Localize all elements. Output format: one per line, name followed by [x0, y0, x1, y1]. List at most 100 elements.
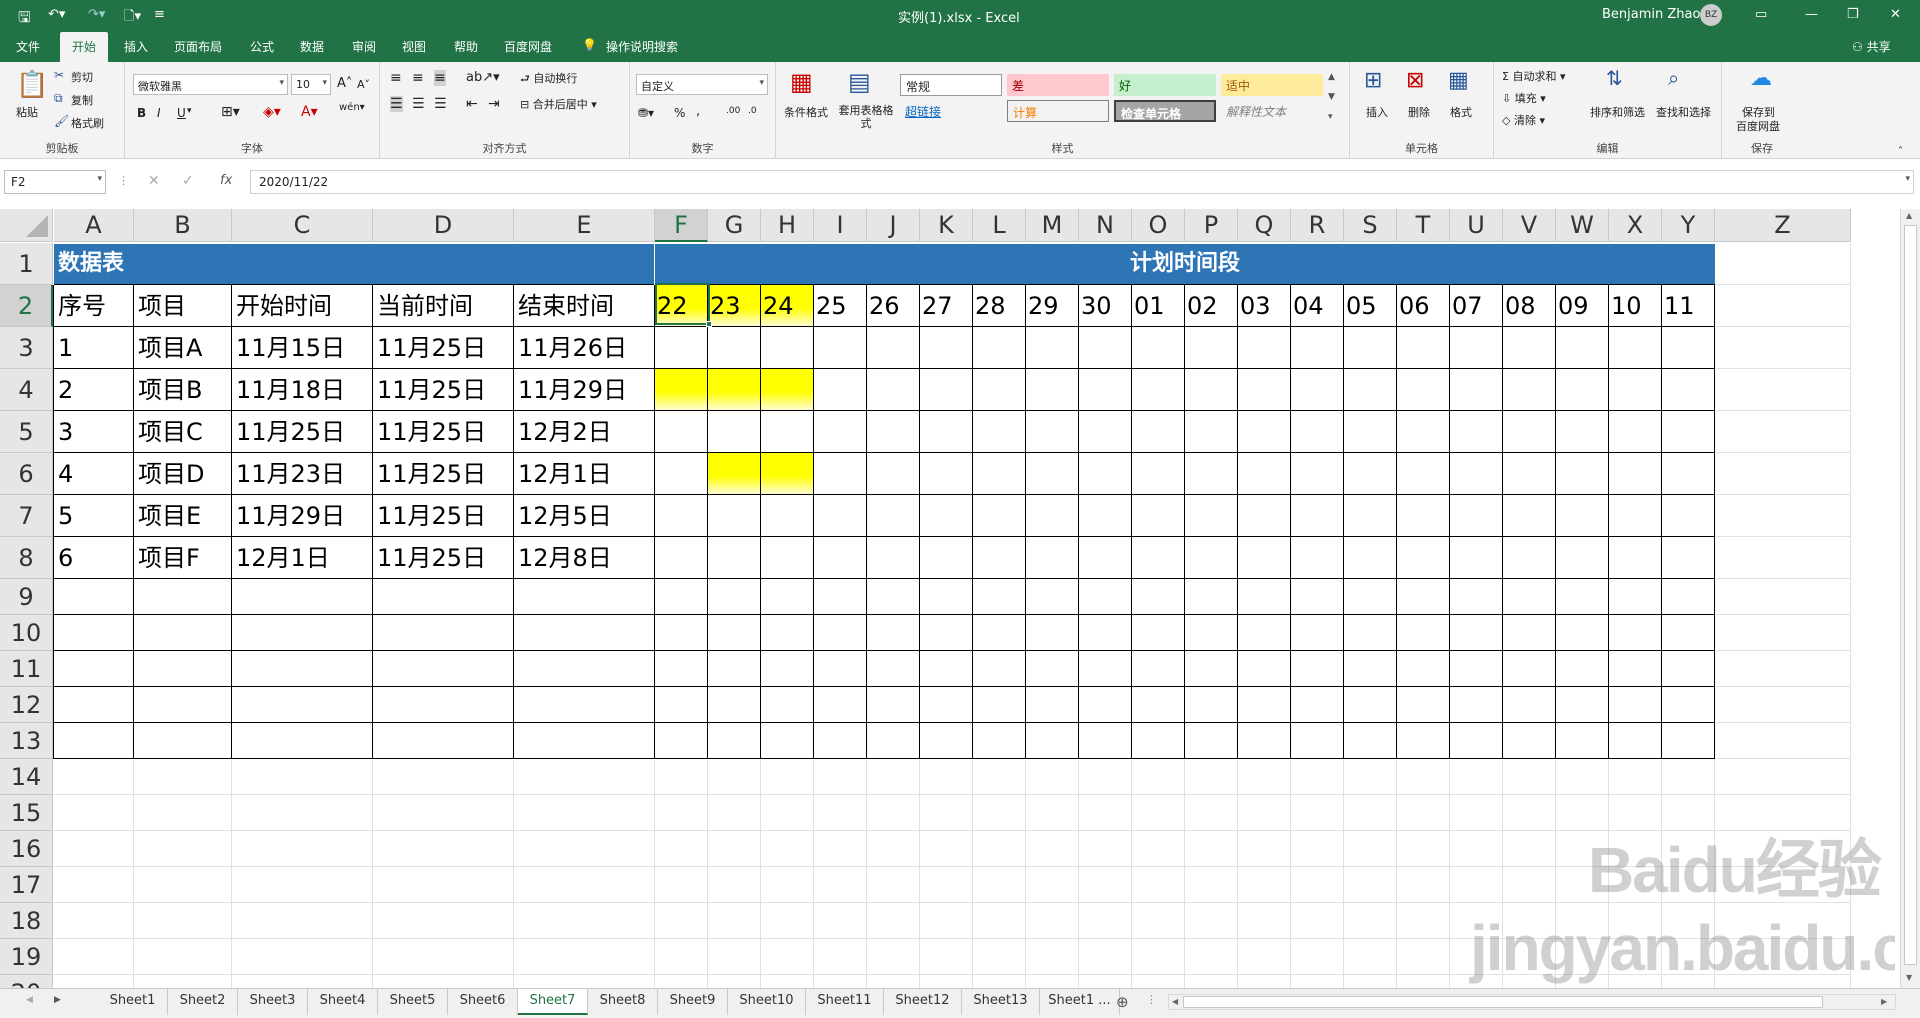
row-header-17[interactable]: 17: [0, 867, 53, 903]
day-header-cell[interactable]: 01: [1132, 285, 1185, 327]
styles-scroll-down-icon[interactable]: ▼: [1328, 92, 1335, 102]
row-header-16[interactable]: 16: [0, 831, 53, 867]
sheet-tab-11[interactable]: Sheet11: [806, 989, 884, 1015]
paste-button[interactable]: 粘贴: [16, 104, 38, 120]
header-cell[interactable]: 当前时间: [373, 285, 514, 327]
sheet-tab-5[interactable]: Sheet5: [378, 989, 448, 1015]
day-header-cell[interactable]: 25: [814, 285, 867, 327]
day-header-cell[interactable]: 09: [1556, 285, 1609, 327]
data-cell[interactable]: 11月29日: [232, 495, 373, 537]
vertical-scrollbar[interactable]: ▲ ▼: [1900, 209, 1920, 988]
find-select-icon[interactable]: ⌕: [1668, 68, 1679, 88]
style-neutral[interactable]: 适中: [1221, 74, 1323, 96]
align-right-icon[interactable]: ☰: [434, 96, 447, 112]
insert-function-button[interactable]: fx: [220, 173, 232, 188]
data-cell[interactable]: 11月25日: [373, 369, 514, 411]
data-cell[interactable]: 11月26日: [514, 327, 655, 369]
paste-icon[interactable]: 📋: [16, 72, 48, 98]
data-cell[interactable]: 11月25日: [373, 537, 514, 579]
day-header-cell[interactable]: 27: [920, 285, 973, 327]
day-header-cell[interactable]: 05: [1344, 285, 1397, 327]
scroll-up-icon[interactable]: ▲: [1906, 211, 1912, 220]
sheet-tab-10[interactable]: Sheet10: [728, 989, 806, 1015]
scroll-right-icon[interactable]: ▶: [1881, 997, 1887, 1006]
column-header-g[interactable]: G: [708, 209, 761, 242]
new-doc-icon[interactable]: 🗋▾: [124, 7, 141, 29]
formula-input[interactable]: 2020/11/22 ▾: [250, 170, 1914, 194]
chevron-down-icon[interactable]: ▾: [187, 106, 192, 116]
row-header-12[interactable]: 12: [0, 687, 53, 723]
merge-center-button[interactable]: ⊟ 合并后居中 ▾: [520, 96, 597, 112]
underline-button[interactable]: U: [177, 106, 186, 120]
tab-baidu[interactable]: 百度网盘: [504, 38, 552, 55]
enter-icon[interactable]: ✓: [182, 173, 194, 189]
style-hyperlink[interactable]: 超链接: [900, 100, 1002, 122]
shrink-font-icon[interactable]: A˅: [357, 78, 370, 91]
row-header-9[interactable]: 9: [0, 579, 53, 615]
format-cells-icon[interactable]: ▦: [1448, 70, 1469, 92]
copy-icon[interactable]: ⧉: [54, 92, 63, 104]
collapse-ribbon-icon[interactable]: ˄: [1898, 146, 1903, 157]
accounting-icon[interactable]: ⛃▾: [638, 106, 654, 120]
data-cell[interactable]: 2: [54, 369, 134, 411]
row-header-11[interactable]: 11: [0, 651, 53, 687]
phonetic-icon[interactable]: wén▾: [339, 102, 365, 113]
data-cell[interactable]: 3: [54, 411, 134, 453]
day-header-cell[interactable]: 06: [1397, 285, 1450, 327]
format-table-button[interactable]: 套用表格格式: [836, 104, 896, 130]
day-header-cell[interactable]: 26: [867, 285, 920, 327]
bold-button[interactable]: B: [137, 106, 146, 120]
day-header-cell[interactable]: 04: [1291, 285, 1344, 327]
row-header-19[interactable]: 19: [0, 939, 53, 975]
column-header-t[interactable]: T: [1397, 209, 1450, 242]
align-top-icon[interactable]: ≡: [390, 70, 402, 86]
column-header-d[interactable]: D: [373, 209, 514, 242]
font-size-select[interactable]: 10 ▾: [291, 74, 331, 95]
delete-cells-icon[interactable]: ⊠: [1406, 70, 1424, 92]
column-header-o[interactable]: O: [1132, 209, 1185, 242]
restore-icon[interactable]: ❐: [1847, 7, 1859, 22]
grow-font-icon[interactable]: A˄: [337, 76, 352, 91]
style-normal[interactable]: 常规: [900, 74, 1002, 96]
scroll-left-icon[interactable]: ◀: [1172, 997, 1178, 1006]
data-cell[interactable]: 11月25日: [373, 411, 514, 453]
data-cell[interactable]: 11月25日: [373, 453, 514, 495]
header-cell[interactable]: 序号: [54, 285, 134, 327]
style-check-cell[interactable]: 检查单元格: [1114, 100, 1216, 122]
cut-button[interactable]: 剪切: [71, 69, 93, 85]
data-cell[interactable]: 11月18日: [232, 369, 373, 411]
data-cell[interactable]: 11月25日: [373, 495, 514, 537]
column-header-v[interactable]: V: [1503, 209, 1556, 242]
header-cell[interactable]: 开始时间: [232, 285, 373, 327]
align-bottom-icon[interactable]: ≡: [434, 70, 446, 86]
user-name[interactable]: Benjamin Zhao: [1602, 7, 1700, 22]
column-header-l[interactable]: L: [973, 209, 1026, 242]
column-header-u[interactable]: U: [1450, 209, 1503, 242]
orientation-icon[interactable]: ab↗▾: [466, 70, 500, 85]
increase-indent-icon[interactable]: ⇥: [488, 96, 500, 112]
cut-icon[interactable]: ✂: [54, 69, 64, 81]
fill-color-icon[interactable]: ◈▾: [263, 104, 281, 120]
row-header-5[interactable]: 5: [0, 411, 53, 453]
day-header-cell[interactable]: 11: [1662, 285, 1715, 327]
increase-decimal-icon[interactable]: .00: [726, 106, 740, 116]
clear-button[interactable]: ◇ 清除 ▾: [1502, 112, 1545, 128]
save-icon[interactable]: 🖫: [18, 7, 31, 32]
tab-review[interactable]: 审阅: [352, 38, 376, 55]
tab-data[interactable]: 数据: [300, 38, 324, 55]
row-header-1[interactable]: 1: [0, 243, 53, 285]
baidu-pan-button[interactable]: 百度网盘: [1736, 118, 1780, 134]
delete-cells-button[interactable]: 删除: [1408, 104, 1430, 120]
share-button[interactable]: ⚇ 共享: [1852, 38, 1891, 55]
column-header-y[interactable]: Y: [1662, 209, 1715, 242]
row-header-2[interactable]: 2: [0, 285, 53, 327]
row-header-7[interactable]: 7: [0, 495, 53, 537]
avatar[interactable]: BZ: [1700, 4, 1722, 26]
baidu-cloud-icon[interactable]: ☁: [1750, 68, 1772, 90]
autosum-button[interactable]: Σ 自动求和 ▾: [1502, 68, 1565, 84]
format-table-icon[interactable]: ▤: [848, 70, 871, 94]
scroll-down-icon[interactable]: ▼: [1906, 973, 1912, 982]
scroll-thumb[interactable]: [1904, 225, 1917, 965]
format-painter-icon[interactable]: 🖌: [54, 115, 69, 127]
style-bad[interactable]: 差: [1007, 74, 1109, 96]
